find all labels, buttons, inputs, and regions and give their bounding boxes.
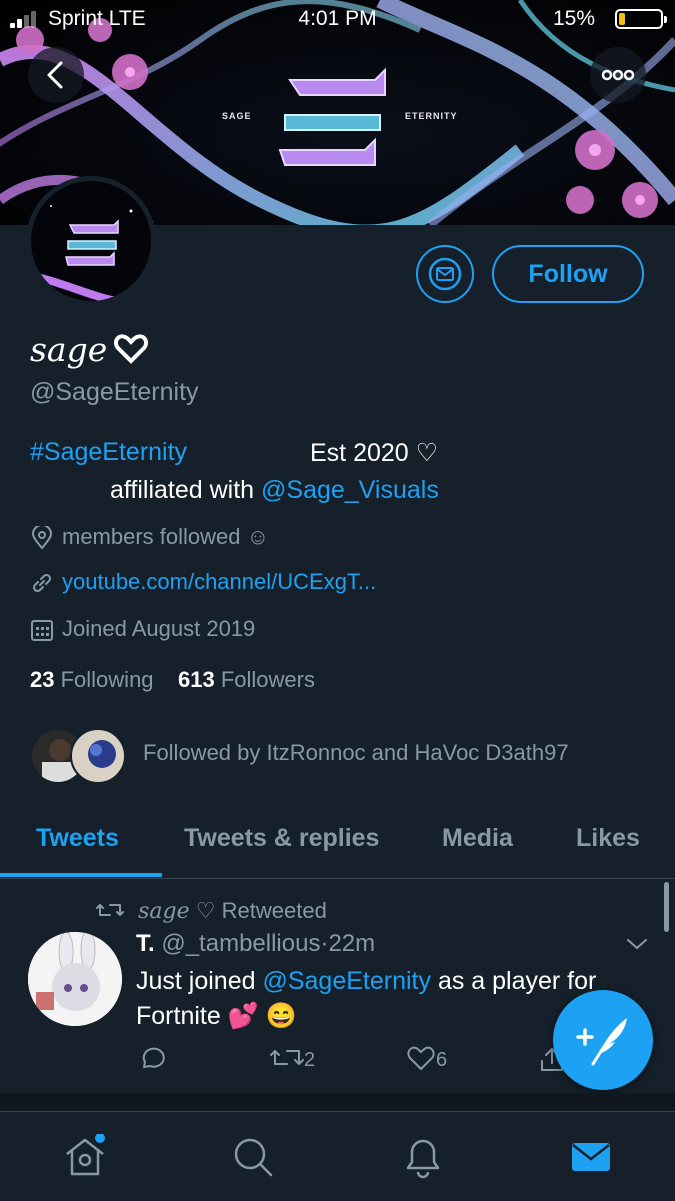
- retweet-heart: ♡: [195, 898, 216, 923]
- followers-label: Followers: [220, 667, 315, 692]
- followers-count: 613: [178, 667, 215, 692]
- following-label: Following: [60, 667, 154, 692]
- reply-icon[interactable]: [138, 1045, 166, 1073]
- tweet-avatar-image: [28, 932, 122, 1026]
- chevron-down-icon[interactable]: [625, 934, 649, 954]
- profile-avatar[interactable]: [26, 176, 156, 306]
- following-count: 23: [30, 667, 55, 692]
- like-count: 6: [436, 1049, 448, 1071]
- compose-tweet-button[interactable]: [553, 990, 653, 1090]
- location-icon: [31, 526, 53, 550]
- tweet-header: T. @_tambellious·22m: [136, 930, 376, 957]
- bio-affiliation: affiliated with @Sage_Visuals: [110, 476, 439, 505]
- bio-affiliation-link[interactable]: @Sage_Visuals: [261, 476, 439, 504]
- battery-percent: 15%: [552, 7, 595, 30]
- retweet-count: 2: [304, 1049, 316, 1071]
- location-text: members followed ☺: [62, 524, 270, 549]
- retweet-by: sage: [138, 899, 190, 924]
- tweet-time: 22m: [328, 930, 376, 957]
- battery-icon: [615, 9, 667, 29]
- display-name: sage: [30, 330, 108, 369]
- follow-button[interactable]: Follow: [492, 245, 644, 303]
- retweet-context: sage ♡ Retweeted: [96, 898, 327, 924]
- tweet-mention[interactable]: @SageEternity: [262, 967, 431, 995]
- bottom-nav: [0, 1111, 675, 1201]
- notifications-icon[interactable]: [400, 1134, 446, 1180]
- profile-tabs: Tweets Tweets & replies Media Likes: [0, 808, 675, 879]
- followed-by-text[interactable]: Followed by ItzRonnoc and HaVoc D3ath97: [143, 740, 569, 766]
- joined-text: Joined August 2019: [62, 616, 256, 641]
- bio-est: Est 2020 ♡: [310, 439, 439, 467]
- banner-right-text: ETERNITY: [405, 111, 458, 121]
- follower-avatar-2-image: [88, 740, 116, 768]
- profile-handle: @SageEternity: [30, 378, 199, 406]
- followers-link[interactable]: 613 Followers: [178, 667, 315, 692]
- tab-tweets[interactable]: Tweets: [36, 824, 119, 853]
- follower-avatar-2[interactable]: [70, 728, 126, 784]
- tab-likes[interactable]: Likes: [576, 824, 640, 853]
- compose-icon: [576, 1018, 627, 1066]
- tweet-text-prefix: Just joined: [136, 967, 263, 995]
- retweet-icon: [96, 904, 124, 916]
- tweet-author-name[interactable]: T.: [136, 930, 155, 957]
- following-link[interactable]: 23 Following: [30, 667, 154, 692]
- status-bar: Sprint LTE 4:01 PM 15%: [0, 0, 675, 38]
- tweet-author-avatar[interactable]: [28, 932, 122, 1026]
- home-icon[interactable]: [62, 1134, 108, 1180]
- bio-hashtag[interactable]: #SageEternity: [30, 438, 187, 467]
- retweet-action-icon: [270, 1050, 304, 1065]
- search-icon[interactable]: [230, 1134, 276, 1180]
- section-divider: [0, 1093, 675, 1111]
- heart-icon: [114, 334, 148, 364]
- follow-counts: 23 Following 613 Followers: [30, 667, 315, 693]
- more-icon: [601, 69, 635, 81]
- back-icon: [47, 61, 63, 89]
- banner-left-text: SAGE: [222, 111, 252, 121]
- calendar-icon: [31, 620, 53, 641]
- avatar-logo: [31, 205, 133, 301]
- bio-affiliation-text: affiliated with: [110, 476, 262, 504]
- retweet-label: Retweeted: [221, 898, 327, 923]
- scrollbar[interactable]: [664, 882, 669, 932]
- like-icon: [407, 1046, 435, 1071]
- link-icon: [32, 573, 52, 593]
- tab-media[interactable]: Media: [442, 824, 513, 853]
- message-button[interactable]: [416, 245, 474, 303]
- tweet-author-handle[interactable]: @_tambellious: [161, 930, 320, 957]
- messages-icon[interactable]: [568, 1134, 614, 1180]
- back-button[interactable]: [28, 47, 84, 103]
- more-button[interactable]: [590, 47, 646, 103]
- retweet-action[interactable]: 2: [270, 1044, 315, 1072]
- mail-icon: [428, 257, 462, 291]
- like-action[interactable]: 6: [406, 1044, 447, 1072]
- active-tab-indicator: [0, 873, 162, 877]
- website-link[interactable]: youtube.com/channel/UCExgT...: [62, 569, 376, 595]
- tab-tweets-replies[interactable]: Tweets & replies: [184, 824, 379, 853]
